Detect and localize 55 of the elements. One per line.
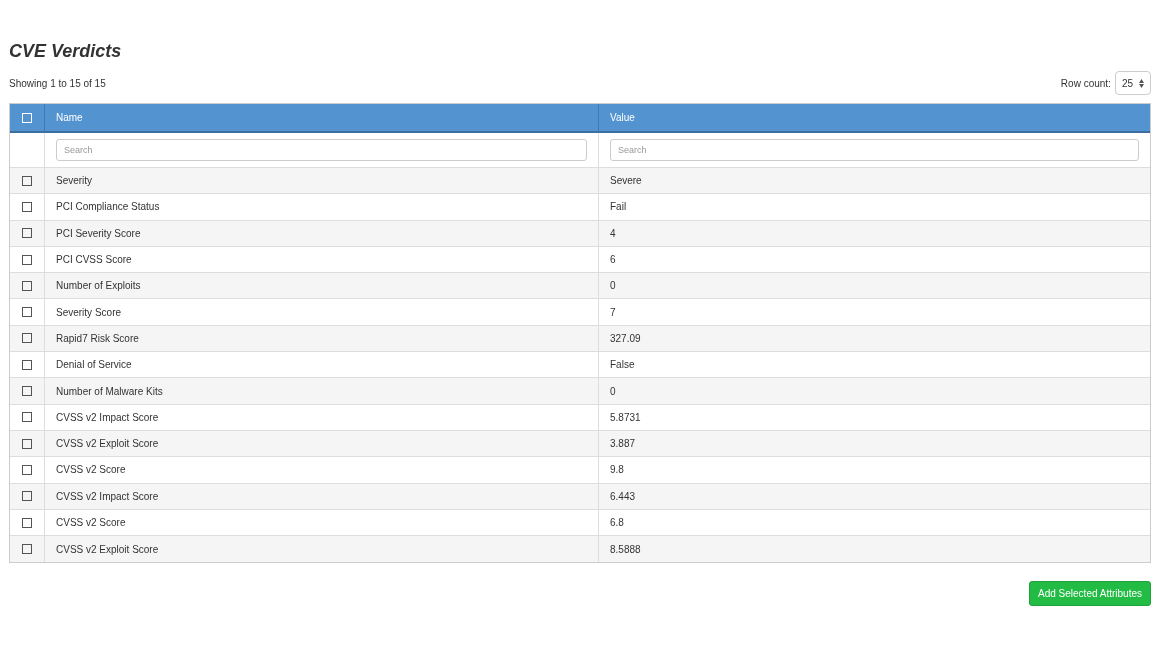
name-cell-text: CVSS v2 Score <box>56 463 126 478</box>
value-cell-text: 0 <box>610 384 616 399</box>
name-cell-text: PCI CVSS Score <box>56 253 132 268</box>
row-count-label: Row count: <box>1060 76 1111 91</box>
search-field[interactable]: Search <box>56 139 587 161</box>
checkbox[interactable] <box>22 544 32 555</box>
checkbox[interactable] <box>22 254 32 265</box>
checkbox[interactable] <box>22 491 32 502</box>
checkbox[interactable] <box>22 359 32 370</box>
checkbox[interactable] <box>22 280 32 291</box>
checkbox[interactable] <box>22 464 32 475</box>
value-cell-text: Severe <box>610 174 642 189</box>
name-cell-text: PCI Compliance Status <box>56 200 160 215</box>
checkbox[interactable] <box>22 438 32 449</box>
name-cell-text: Number of Malware Kits <box>56 384 163 399</box>
sort-arrows-icon <box>1139 78 1144 88</box>
checkbox[interactable] <box>22 201 32 212</box>
value-cell-text: Fail <box>610 200 627 215</box>
name-cell-text: Severity Score <box>56 305 122 320</box>
row-count-select[interactable]: 25 <box>1114 71 1151 95</box>
checkbox[interactable] <box>22 333 32 344</box>
value-cell-text: 5.8731 <box>610 410 641 425</box>
value-cell-text: 6 <box>610 253 616 268</box>
checkbox[interactable] <box>22 386 32 396</box>
name-cell-text: CVSS v2 Score <box>56 516 126 530</box>
value-cell-text: 4 <box>610 226 616 241</box>
value-cell-text: 7 <box>610 305 616 320</box>
name-cell-text: Denial of Service <box>56 358 132 373</box>
value-cell-text: 0 <box>610 279 616 294</box>
value-cell-text: False <box>610 358 635 373</box>
value-cell-text: 327.09 <box>610 331 641 346</box>
value-cell-text: 9.8 <box>610 463 624 478</box>
showing-summary: Showing 1 to 15 of 15 <box>9 76 106 91</box>
name-cell-text: Severity <box>56 174 93 189</box>
checkbox[interactable] <box>22 517 32 528</box>
add-selected-attributes-button[interactable]: Add Selected Attributes <box>1029 581 1151 607</box>
name-cell-text: PCI Severity Score <box>56 226 141 241</box>
value-cell-text: 6.8 <box>610 516 624 530</box>
checkbox[interactable] <box>22 307 32 318</box>
checkbox[interactable] <box>22 412 32 423</box>
name-cell-text: CVSS v2 Exploit Score <box>56 437 159 452</box>
name-cell-text: CVSS v2 Impact Score <box>56 410 159 425</box>
name-cell-text: Number of Exploits <box>56 279 141 294</box>
name-cell-text: Rapid7 Risk Score <box>56 331 139 346</box>
page-title: CVE Verdicts <box>9 40 123 62</box>
value-cell-text: 8.5888 <box>610 542 641 557</box>
column-header[interactable]: Value <box>599 104 1150 131</box>
column-header[interactable]: Name <box>45 104 599 131</box>
value-cell-text: 3.887 <box>610 437 636 452</box>
checkbox[interactable] <box>22 175 32 186</box>
checkbox[interactable] <box>22 228 32 239</box>
value-cell-text: 6.443 <box>610 489 636 504</box>
search-field[interactable]: Search <box>610 139 1139 161</box>
name-cell-text: CVSS v2 Impact Score <box>56 489 159 504</box>
name-cell-text: CVSS v2 Exploit Score <box>56 542 159 557</box>
